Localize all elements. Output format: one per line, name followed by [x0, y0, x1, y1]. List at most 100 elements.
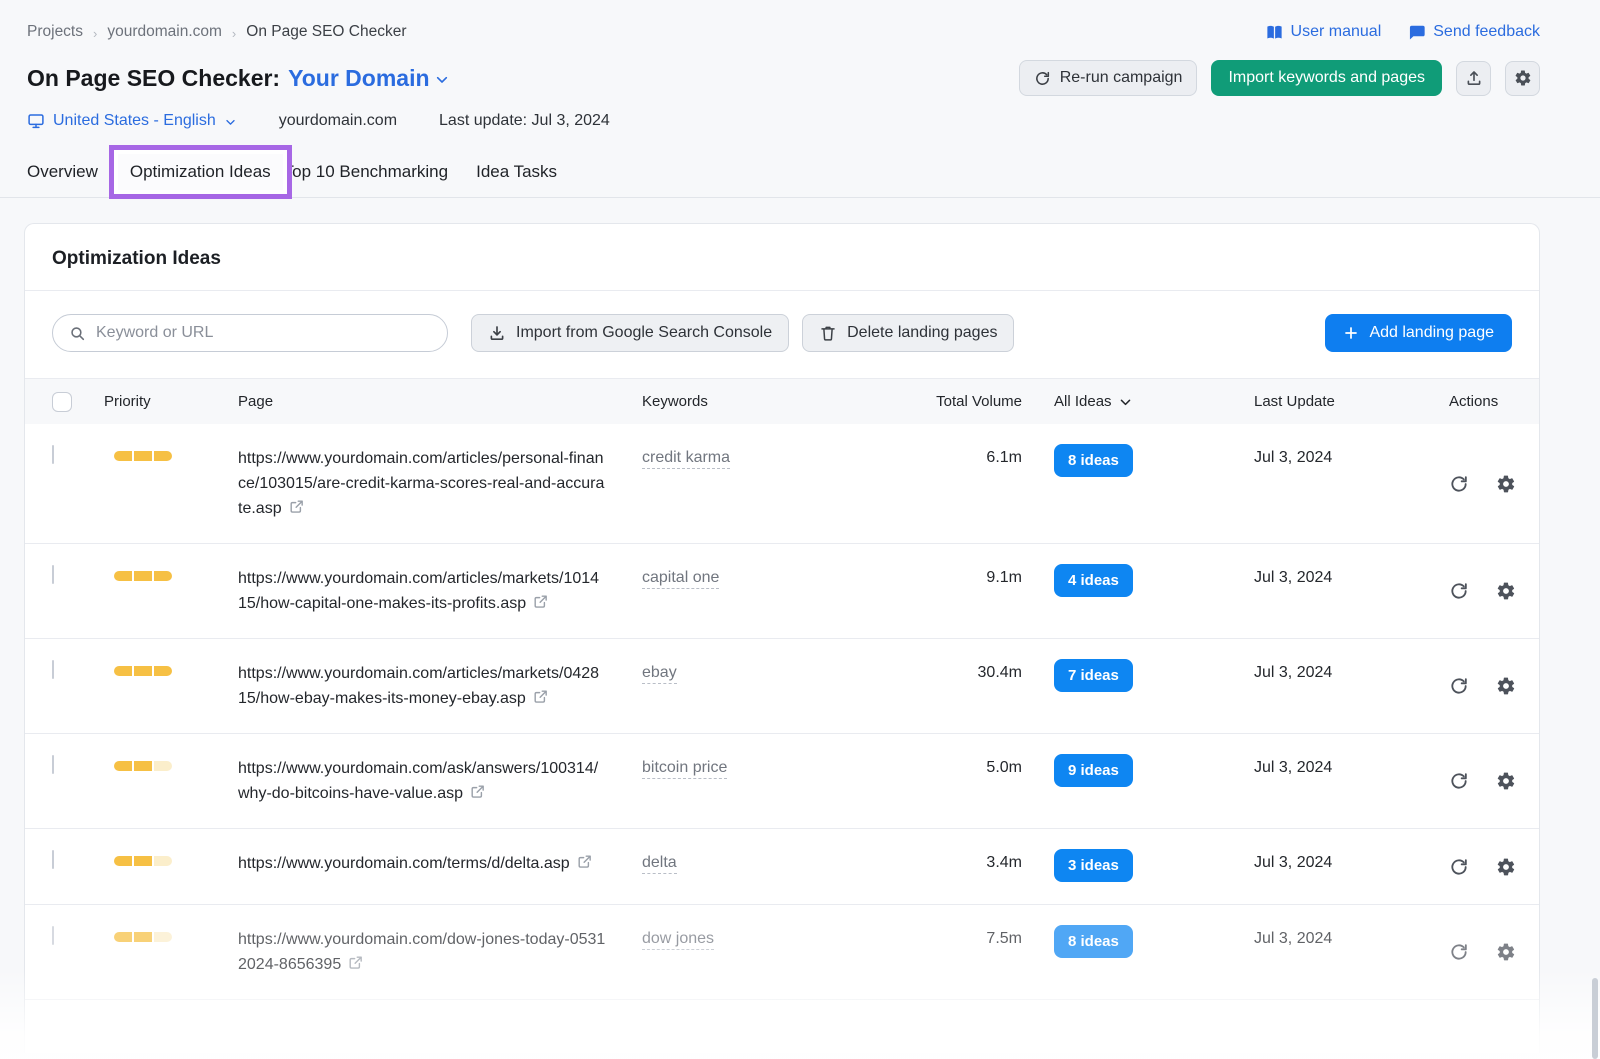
rerun-row-icon[interactable]: [1449, 857, 1469, 877]
row-settings-icon[interactable]: [1496, 474, 1516, 494]
keyword-link[interactable]: dow jones: [642, 930, 714, 950]
row-checkbox[interactable]: [52, 660, 54, 679]
external-link-icon[interactable]: [469, 783, 486, 800]
meta-domain: yourdomain.com: [279, 112, 397, 130]
domain-selector[interactable]: Your Domain: [288, 65, 449, 92]
column-header-page: Page: [238, 393, 642, 410]
chat-bubble-icon: [1407, 23, 1426, 42]
top-links: User manual Send feedback: [1265, 23, 1540, 42]
table-row: https://www.yourdomain.com/articles/pers…: [25, 424, 1539, 544]
ideas-badge[interactable]: 4 ideas: [1054, 564, 1133, 597]
column-header-ideas-filter[interactable]: All Ideas: [1022, 393, 1254, 410]
row-checkbox[interactable]: [52, 565, 54, 584]
page-url-cell: https://www.yourdomain.com/articles/pers…: [238, 446, 642, 521]
row-checkbox[interactable]: [52, 926, 54, 945]
table-header: Priority Page Keywords Total Volume All …: [25, 378, 1539, 424]
ideas-badge[interactable]: 8 ideas: [1054, 444, 1133, 477]
search-input[interactable]: [96, 324, 431, 342]
download-icon: [488, 324, 506, 342]
meta-row: United States - English yourdomain.com L…: [24, 112, 1540, 130]
keyword-link[interactable]: ebay: [642, 664, 677, 684]
page-url-cell: https://www.yourdomain.com/dow-jones-tod…: [238, 927, 642, 977]
book-icon: [1265, 23, 1284, 42]
breadcrumb-domain[interactable]: yourdomain.com: [107, 23, 222, 41]
plus-icon: [1343, 325, 1359, 341]
total-volume: 5.0m: [926, 756, 1022, 780]
column-header-last-update: Last Update: [1254, 393, 1441, 410]
table-row: https://www.yourdomain.com/articles/mark…: [25, 639, 1539, 734]
delete-landing-pages-label: Delete landing pages: [847, 324, 997, 342]
external-link-icon[interactable]: [347, 954, 364, 971]
table-body: https://www.yourdomain.com/articles/pers…: [25, 424, 1539, 1000]
column-header-keywords: Keywords: [642, 393, 926, 410]
meta-last-update: Last update: Jul 3, 2024: [439, 112, 610, 130]
external-link-icon[interactable]: [532, 688, 549, 705]
rerun-row-icon[interactable]: [1449, 581, 1469, 601]
tab-optimization-ideas[interactable]: Optimization Ideas: [130, 162, 271, 182]
keyword-link[interactable]: credit karma: [642, 449, 730, 469]
total-volume: 3.4m: [926, 851, 1022, 875]
monitor-icon: [27, 112, 45, 130]
row-actions: [1441, 857, 1516, 877]
row-checkbox[interactable]: [52, 850, 54, 869]
rerun-row-icon[interactable]: [1449, 474, 1469, 494]
rerun-row-icon[interactable]: [1449, 942, 1469, 962]
row-settings-icon[interactable]: [1496, 942, 1516, 962]
row-checkbox[interactable]: [52, 755, 54, 774]
table-row: https://www.yourdomain.com/ask/answers/1…: [25, 734, 1539, 829]
add-landing-page-button[interactable]: Add landing page: [1325, 314, 1512, 352]
row-settings-icon[interactable]: [1496, 857, 1516, 877]
tabs: Overview Optimization Ideas Top 10 Bench…: [24, 142, 1540, 202]
external-link-icon[interactable]: [576, 853, 593, 870]
priority-bars: [114, 571, 172, 581]
top-bar: Projects › yourdomain.com › On Page SEO …: [24, 18, 1540, 46]
row-actions: [1441, 474, 1516, 494]
external-link-icon[interactable]: [288, 498, 305, 515]
page-url-cell: https://www.yourdomain.com/terms/d/delta…: [238, 851, 642, 876]
keyword-link[interactable]: delta: [642, 854, 677, 874]
ideas-badge[interactable]: 3 ideas: [1054, 849, 1133, 882]
scrollbar-thumb[interactable]: [1592, 978, 1598, 1059]
locale-label: United States - English: [53, 112, 216, 130]
breadcrumb: Projects › yourdomain.com › On Page SEO …: [27, 23, 407, 41]
send-feedback-link[interactable]: Send feedback: [1407, 23, 1540, 42]
user-manual-link[interactable]: User manual: [1265, 23, 1382, 42]
keyword-link[interactable]: bitcoin price: [642, 759, 727, 779]
select-all-checkbox[interactable]: [52, 392, 72, 412]
import-keywords-button[interactable]: Import keywords and pages: [1211, 60, 1442, 96]
total-volume: 30.4m: [926, 661, 1022, 685]
row-actions: [1441, 771, 1516, 791]
priority-bars: [114, 856, 172, 866]
row-settings-icon[interactable]: [1496, 676, 1516, 696]
external-link-icon[interactable]: [532, 593, 549, 610]
column-header-volume: Total Volume: [926, 393, 1022, 410]
settings-button[interactable]: [1505, 61, 1540, 96]
row-checkbox[interactable]: [52, 445, 54, 464]
locale-selector[interactable]: United States - English: [27, 112, 237, 130]
tab-overview[interactable]: Overview: [27, 162, 98, 182]
export-button[interactable]: [1456, 61, 1491, 96]
row-settings-icon[interactable]: [1496, 581, 1516, 601]
row-settings-icon[interactable]: [1496, 771, 1516, 791]
ideas-badge[interactable]: 9 ideas: [1054, 754, 1133, 787]
page-url-cell: https://www.yourdomain.com/ask/answers/1…: [238, 756, 642, 806]
delete-landing-pages-button[interactable]: Delete landing pages: [802, 314, 1014, 352]
rerun-row-icon[interactable]: [1449, 676, 1469, 696]
page-url-cell: https://www.yourdomain.com/articles/mark…: [238, 661, 642, 711]
column-header-actions: Actions: [1441, 393, 1512, 410]
panel-header: Optimization Ideas: [25, 224, 1539, 291]
rerun-row-icon[interactable]: [1449, 771, 1469, 791]
import-gsc-button[interactable]: Import from Google Search Console: [471, 314, 789, 352]
table-row: https://www.yourdomain.com/dow-jones-tod…: [25, 905, 1539, 1000]
add-landing-page-label: Add landing page: [1369, 324, 1494, 342]
keyword-link[interactable]: capital one: [642, 569, 719, 589]
ideas-badge[interactable]: 8 ideas: [1054, 925, 1133, 958]
page-title-text: On Page SEO Checker:: [27, 65, 280, 92]
rerun-campaign-button[interactable]: Re-run campaign: [1019, 60, 1198, 96]
breadcrumb-projects[interactable]: Projects: [27, 23, 83, 41]
annotation-highlight-box: Optimization Ideas: [109, 145, 292, 199]
optimization-ideas-panel: Optimization Ideas Import from Google Se…: [24, 223, 1540, 1053]
ideas-badge[interactable]: 7 ideas: [1054, 659, 1133, 692]
tab-idea-tasks[interactable]: Idea Tasks: [476, 162, 557, 182]
tab-top10-benchmarking[interactable]: Top 10 Benchmarking: [284, 162, 448, 182]
